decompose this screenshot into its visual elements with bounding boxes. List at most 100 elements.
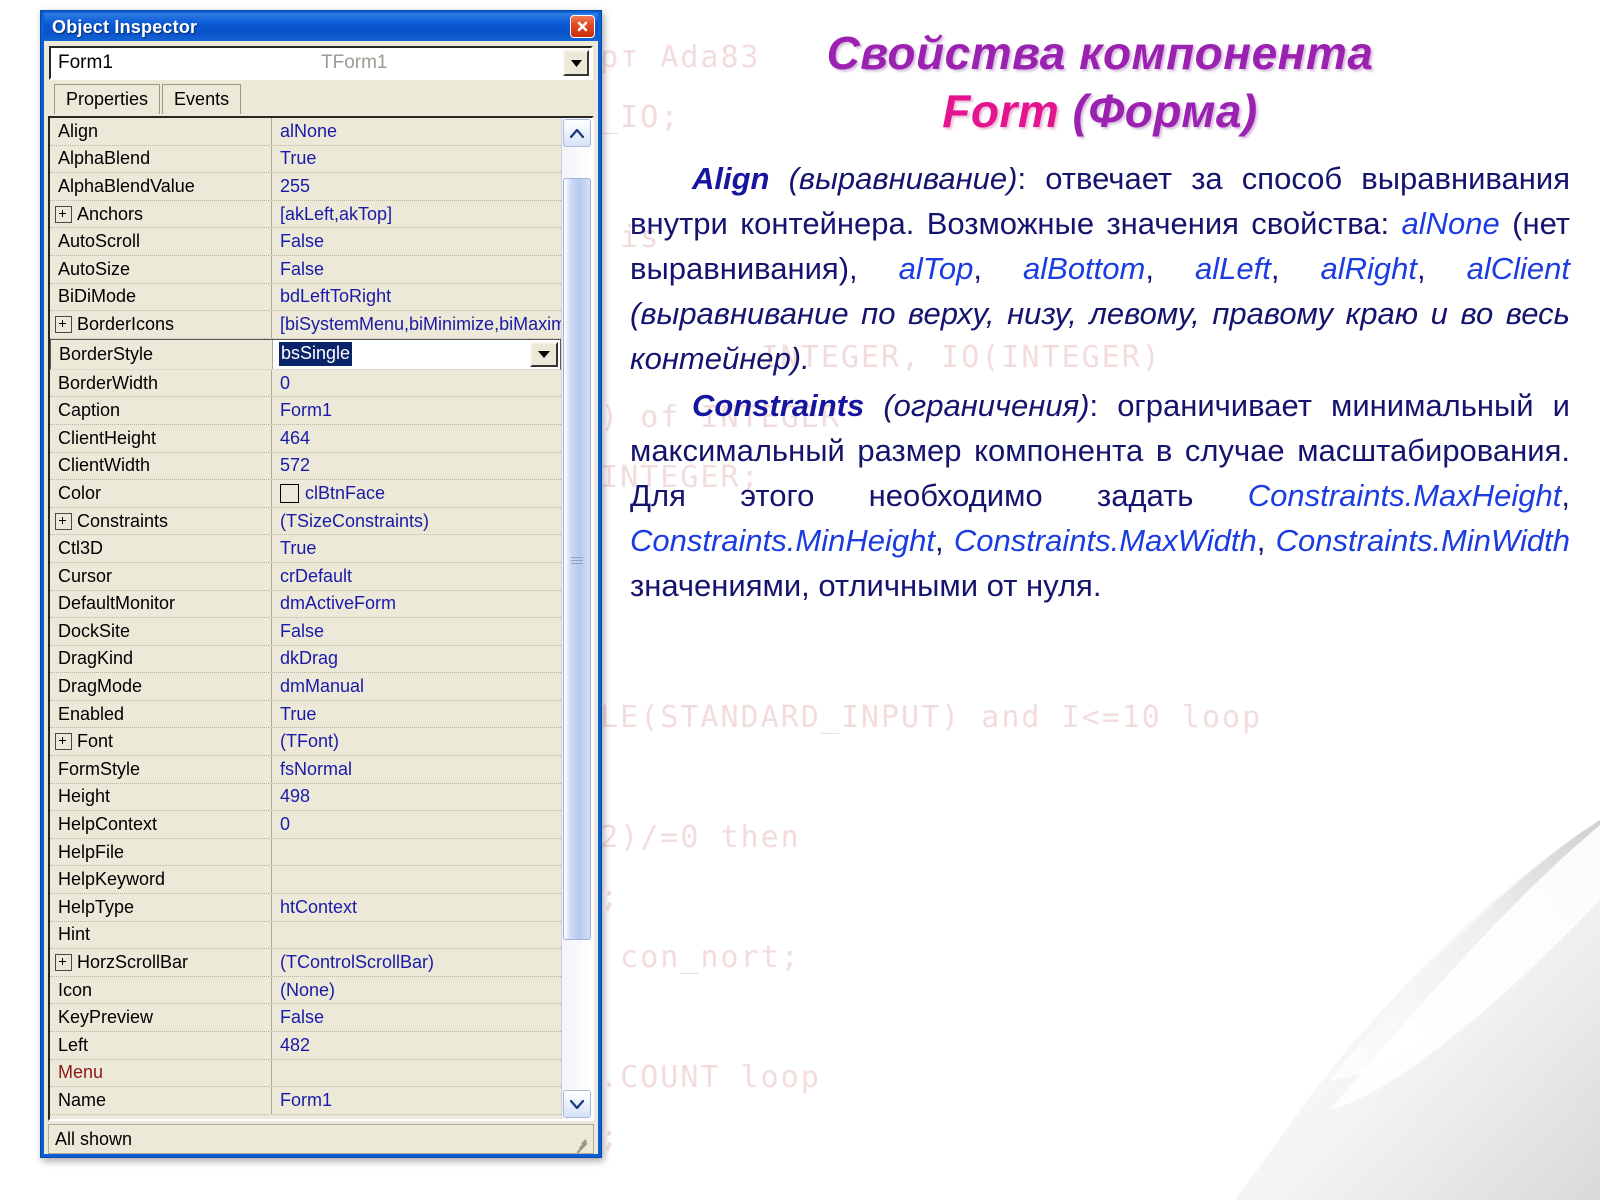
property-value-cell[interactable]: (TSizeConstraints) xyxy=(272,508,561,535)
property-value-cell[interactable]: 498 xyxy=(272,784,561,811)
property-row[interactable]: BiDiMode bdLeftToRight xyxy=(50,283,561,312)
term-align: Align xyxy=(692,161,770,196)
property-value-cell[interactable] xyxy=(272,866,561,893)
property-value-cell[interactable]: dmManual xyxy=(272,673,561,700)
property-value-cell[interactable]: [akLeft,akTop] xyxy=(272,201,561,228)
property-row[interactable]: KeyPreview False xyxy=(50,1004,561,1032)
property-value-cell[interactable]: 0 xyxy=(272,370,561,397)
property-row[interactable]: Anchors [akLeft,akTop] xyxy=(50,200,561,229)
property-row[interactable]: Font (TFont) xyxy=(50,728,561,757)
property-value-cell[interactable]: 0 xyxy=(272,811,561,838)
property-value-cell[interactable]: 464 xyxy=(272,425,561,452)
property-value-cell[interactable]: (TFont) xyxy=(272,728,561,755)
property-value-cell[interactable]: htContext xyxy=(272,894,561,921)
property-value-cell[interactable]: Form1 xyxy=(272,1087,561,1114)
property-row[interactable]: ClientHeight 464 xyxy=(50,424,561,453)
property-value-cell[interactable]: dkDrag xyxy=(272,646,561,673)
chevron-down-icon[interactable] xyxy=(563,50,589,76)
expand-plus-icon[interactable] xyxy=(55,315,72,333)
property-value-cell[interactable]: Form1 xyxy=(272,397,561,424)
property-row[interactable]: DefaultMonitor dmActiveForm xyxy=(50,590,561,619)
resize-grip-icon[interactable] xyxy=(574,1135,590,1154)
property-value-cell[interactable] xyxy=(272,1060,561,1087)
scroll-down-icon[interactable] xyxy=(563,1090,591,1118)
property-value-cell[interactable] xyxy=(272,839,561,866)
property-row[interactable]: AutoScroll False xyxy=(50,228,561,256)
property-value-cell[interactable]: 255 xyxy=(272,173,561,200)
property-row[interactable]: AutoSize False xyxy=(50,255,561,284)
scrollbar-thumb[interactable] xyxy=(563,178,591,940)
property-value-cell[interactable]: True xyxy=(272,535,561,562)
window-titlebar[interactable]: Object Inspector xyxy=(44,13,598,41)
property-row[interactable]: BorderWidth 0 xyxy=(50,369,561,398)
property-row[interactable]: FormStyle fsNormal xyxy=(50,756,561,784)
property-value-cell[interactable]: dmActiveForm xyxy=(272,591,561,618)
value-maxwidth: Constraints.MaxWidth xyxy=(953,523,1257,558)
property-row[interactable]: BorderIcons [biSystemMenu,biMinimize,biMa… xyxy=(50,311,561,339)
expand-plus-icon[interactable] xyxy=(55,512,72,530)
property-value-cell[interactable]: True xyxy=(272,701,561,728)
property-row[interactable]: HelpContext 0 xyxy=(50,811,561,839)
expand-plus-icon[interactable] xyxy=(55,733,72,751)
property-row[interactable]: Name Form1 xyxy=(50,1087,561,1115)
property-row[interactable]: Left 482 xyxy=(50,1032,561,1060)
property-value: True xyxy=(280,148,317,169)
page-title-line2: Form (Форма) xyxy=(630,82,1570,140)
tab-events[interactable]: Events xyxy=(162,84,242,114)
property-row[interactable]: Cursor crDefault xyxy=(50,562,561,591)
scrollbar-track[interactable] xyxy=(562,148,592,1089)
property-row[interactable]: HorzScrollBar (TControlScrollBar) xyxy=(50,949,561,977)
property-row[interactable]: HelpKeyword xyxy=(50,866,561,895)
property-name: ClientHeight xyxy=(58,427,157,448)
property-value-cell[interactable]: False xyxy=(272,256,561,283)
property-row[interactable]: DragMode dmManual xyxy=(50,673,561,701)
property-value-cell[interactable] xyxy=(272,922,561,949)
property-value-cell[interactable]: 482 xyxy=(272,1032,561,1059)
property-value-cell[interactable]: bdLeftToRight xyxy=(272,284,561,311)
expand-plus-icon[interactable] xyxy=(55,954,72,972)
tab-properties[interactable]: Properties xyxy=(54,84,161,114)
property-value-cell[interactable]: (TControlScrollBar) xyxy=(272,949,561,976)
property-row[interactable]: Color clBtnFace xyxy=(50,480,561,508)
value-alclient: alClient xyxy=(1466,251,1571,286)
property-row[interactable]: Align alNone xyxy=(50,118,561,146)
property-value-cell[interactable]: True xyxy=(272,146,561,173)
property-row[interactable]: Enabled True xyxy=(50,700,561,729)
vertical-scrollbar[interactable] xyxy=(561,118,592,1119)
property-value-cell[interactable]: [biSystemMenu,biMinimize,biMaximi xyxy=(272,311,561,338)
property-row[interactable]: Height 498 xyxy=(50,783,561,812)
property-value-cell[interactable]: fsNormal xyxy=(272,756,561,783)
property-value-cell[interactable]: bsSingle xyxy=(273,340,560,369)
property-value-selected: bsSingle xyxy=(279,342,353,367)
property-value-cell[interactable]: crDefault xyxy=(272,563,561,590)
property-row[interactable]: DragKind dkDrag xyxy=(50,645,561,674)
property-row[interactable]: BorderStyle bsSingle xyxy=(50,338,561,370)
property-row[interactable]: Caption Form1 xyxy=(50,397,561,425)
value-dropdown-icon[interactable] xyxy=(530,341,558,367)
property-name-cell: HelpFile xyxy=(50,838,272,866)
property-row[interactable]: AlphaBlendValue 255 xyxy=(50,173,561,201)
property-value-cell[interactable]: False xyxy=(272,618,561,645)
property-row[interactable]: DockSite False xyxy=(50,618,561,646)
property-row[interactable]: Icon (None) xyxy=(50,976,561,1005)
property-row[interactable]: Hint xyxy=(50,921,561,950)
property-row[interactable]: HelpType htContext xyxy=(50,894,561,922)
close-icon[interactable] xyxy=(570,15,595,38)
property-value-cell[interactable]: (None) xyxy=(272,977,561,1004)
property-value-cell[interactable]: alNone xyxy=(272,118,561,145)
property-name: AutoSize xyxy=(58,258,131,279)
property-row[interactable]: AlphaBlend True xyxy=(50,145,561,174)
property-row[interactable]: Ctl3D True xyxy=(50,535,561,563)
property-row[interactable]: HelpFile xyxy=(50,838,561,867)
property-value-cell[interactable]: 572 xyxy=(272,453,561,480)
property-value-cell[interactable]: False xyxy=(272,1004,561,1031)
property-row[interactable]: Constraints (TSizeConstraints) xyxy=(50,507,561,536)
property-row[interactable]: ClientWidth 572 xyxy=(50,452,561,481)
scroll-up-icon[interactable] xyxy=(563,119,591,147)
property-value-cell[interactable]: False xyxy=(272,228,561,255)
property-value-cell[interactable]: clBtnFace xyxy=(272,480,561,507)
expand-plus-icon[interactable] xyxy=(55,205,72,223)
component-selector-combobox[interactable]: Form1 TForm1 xyxy=(49,46,593,80)
property-row[interactable]: Menu xyxy=(50,1059,561,1088)
property-grid[interactable]: Align alNone AlphaBlend True AlphaBlendValue… xyxy=(50,118,561,1119)
